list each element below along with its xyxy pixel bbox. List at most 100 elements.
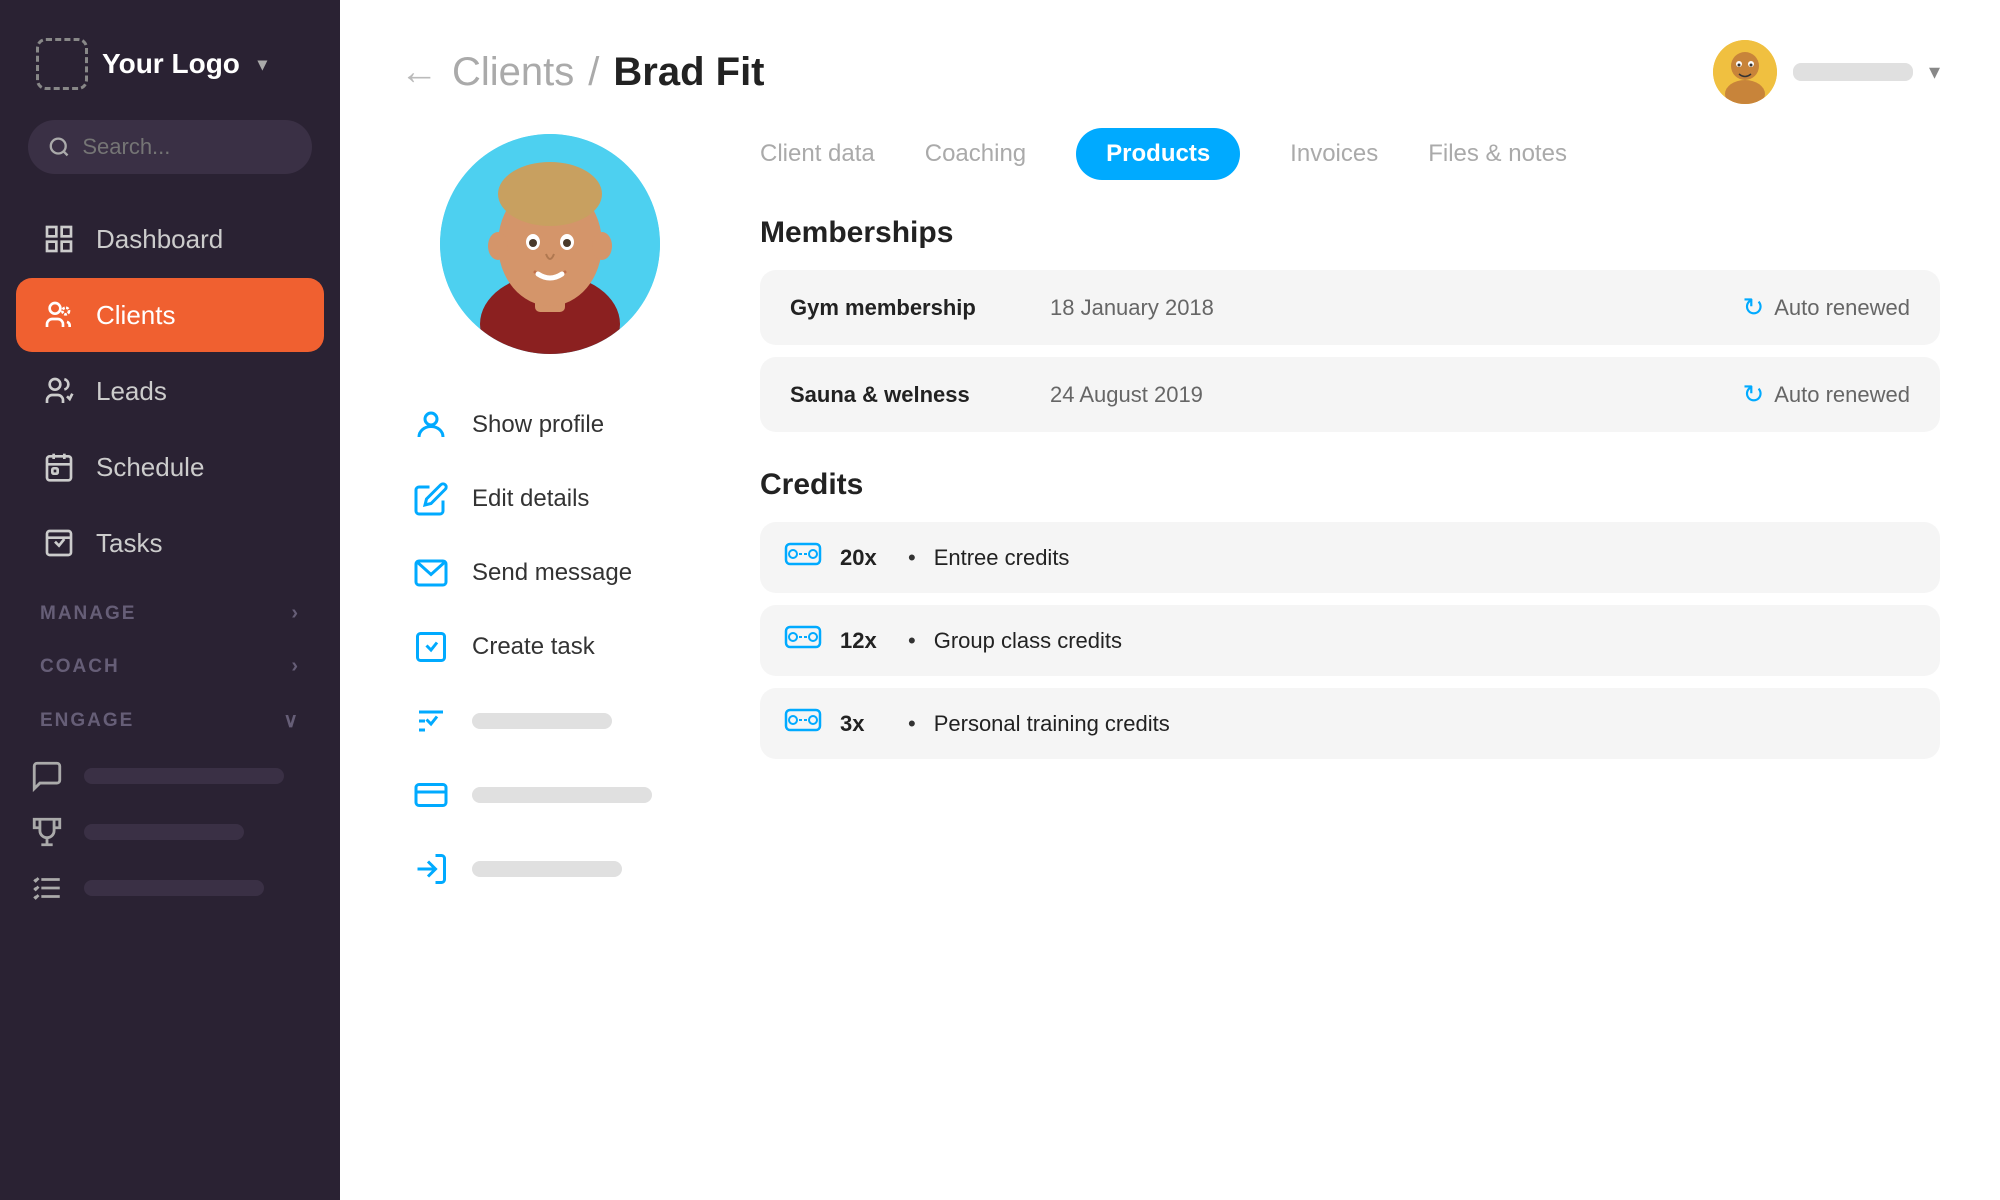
credit-ticket-icon-personal (784, 706, 822, 741)
logo-chevron-icon: ▾ (258, 54, 267, 75)
trophy-icon (28, 813, 66, 851)
card-icon (410, 774, 452, 816)
task-icon (410, 626, 452, 668)
coach-chevron-icon: › (291, 655, 300, 678)
engage-item-chat[interactable] (28, 757, 312, 795)
clients-icon (40, 296, 78, 334)
breadcrumb-current: Brad Fit (613, 50, 764, 95)
list-item[interactable]: 3x • Personal training credits (760, 688, 1940, 759)
top-bar: ← Clients / Brad Fit ▾ (340, 0, 2000, 124)
top-bar-right: ▾ (1713, 40, 1940, 104)
right-panel: Client data Coaching Products Invoices F… (760, 124, 1940, 1160)
engage-chat-label (84, 768, 284, 784)
sidebar-item-label-leads: Leads (96, 376, 167, 407)
sidebar-item-leads[interactable]: Leads (16, 354, 324, 428)
create-task-action[interactable]: Create task (400, 614, 700, 680)
client-avatar (440, 134, 660, 354)
tasks-icon (40, 524, 78, 562)
membership-list: Gym membership 18 January 2018 ↻ Auto re… (760, 270, 1940, 432)
checklist-icon (28, 869, 66, 907)
search-icon (48, 134, 70, 160)
checklist2-icon (410, 700, 452, 742)
tab-coaching[interactable]: Coaching (925, 128, 1026, 180)
credit-count-personal: 3x (840, 711, 890, 737)
user-name-placeholder (1793, 63, 1913, 81)
sidebar-item-dashboard[interactable]: Dashboard (16, 202, 324, 276)
sidebar-item-label-schedule: Schedule (96, 452, 204, 483)
sidebar-section-engage[interactable]: ENGAGE ∨ (0, 686, 340, 741)
send-message-action[interactable]: Send message (400, 540, 700, 606)
back-button[interactable]: ← (400, 51, 438, 94)
sidebar-item-schedule[interactable]: Schedule (16, 430, 324, 504)
credit-ticket-icon-group (784, 623, 822, 658)
credits-list: 20x • Entree credits 12x (760, 522, 1940, 759)
sidebar-item-label-tasks: Tasks (96, 528, 162, 559)
sidebar: Your Logo ▾ Dashboard (0, 0, 340, 1200)
credit-name-group: Group class credits (934, 628, 1122, 654)
dashboard-icon (40, 220, 78, 258)
sidebar-logo[interactable]: Your Logo ▾ (0, 0, 340, 120)
table-row[interactable]: Sauna & welness 24 August 2019 ↻ Auto re… (760, 357, 1940, 432)
action5-item[interactable] (400, 688, 700, 754)
breadcrumb-separator: / (588, 50, 599, 95)
sidebar-search-container[interactable] (28, 120, 312, 174)
action6-placeholder (472, 787, 652, 803)
membership-date-gym: 18 January 2018 (1050, 295, 1712, 321)
table-row[interactable]: Gym membership 18 January 2018 ↻ Auto re… (760, 270, 1940, 345)
show-profile-label: Show profile (472, 411, 604, 439)
engage-item-trophy[interactable] (28, 813, 312, 851)
search-input[interactable] (82, 134, 292, 160)
credit-name-entree: Entree credits (934, 545, 1070, 571)
breadcrumb: ← Clients / Brad Fit (400, 50, 765, 95)
sidebar-section-coach[interactable]: COACH › (0, 633, 340, 686)
sidebar-nav: Dashboard Clients Leads (0, 202, 340, 580)
create-task-label: Create task (472, 633, 595, 661)
leads-icon (40, 372, 78, 410)
engage-chevron-icon: ∨ (283, 708, 300, 733)
avatar[interactable] (1713, 40, 1777, 104)
tabs: Client data Coaching Products Invoices F… (760, 124, 1940, 180)
envelope-icon (410, 552, 452, 594)
auto-renew-icon-sauna: ↻ (1742, 379, 1764, 410)
sidebar-section-manage[interactable]: MANAGE › (0, 580, 340, 633)
send-message-label: Send message (472, 559, 632, 587)
schedule-icon (40, 448, 78, 486)
user-menu-chevron-icon[interactable]: ▾ (1929, 59, 1940, 85)
memberships-title: Memberships (760, 216, 1940, 250)
edit-details-label: Edit details (472, 485, 589, 513)
content-area: Show profile Edit details (340, 124, 2000, 1200)
list-item[interactable]: 20x • Entree credits (760, 522, 1940, 593)
credits-title: Credits (760, 468, 1940, 502)
credit-dot-entree: • (908, 545, 916, 571)
manage-chevron-icon: › (291, 602, 300, 625)
sidebar-engage-items (0, 757, 340, 907)
breadcrumb-parent: Clients (452, 50, 574, 95)
membership-status-text-sauna: Auto renewed (1774, 382, 1910, 408)
edit-details-action[interactable]: Edit details (400, 466, 700, 532)
tab-invoices[interactable]: Invoices (1290, 128, 1378, 180)
list-item[interactable]: 12x • Group class credits (760, 605, 1940, 676)
tab-files-notes[interactable]: Files & notes (1428, 128, 1567, 180)
action7-placeholder (472, 861, 622, 877)
credit-name-personal: Personal training credits (934, 711, 1170, 737)
signin-icon (410, 848, 452, 890)
show-profile-action[interactable]: Show profile (400, 392, 700, 458)
sidebar-item-tasks[interactable]: Tasks (16, 506, 324, 580)
credit-dot-personal: • (908, 711, 916, 737)
action7-item[interactable] (400, 836, 700, 902)
membership-date-sauna: 24 August 2019 (1050, 382, 1712, 408)
tab-client-data[interactable]: Client data (760, 128, 875, 180)
membership-name-sauna: Sauna & welness (790, 382, 1020, 408)
logo-box (36, 38, 88, 90)
sidebar-item-label-clients: Clients (96, 300, 175, 331)
credit-count-entree: 20x (840, 545, 890, 571)
tab-products[interactable]: Products (1076, 128, 1240, 180)
engage-item-checklist[interactable] (28, 869, 312, 907)
credit-count-group: 12x (840, 628, 890, 654)
membership-name-gym: Gym membership (790, 295, 1020, 321)
credit-ticket-icon-entree (784, 540, 822, 575)
person-icon (410, 404, 452, 446)
sidebar-item-clients[interactable]: Clients (16, 278, 324, 352)
action6-item[interactable] (400, 762, 700, 828)
engage-checklist-label (84, 880, 264, 896)
